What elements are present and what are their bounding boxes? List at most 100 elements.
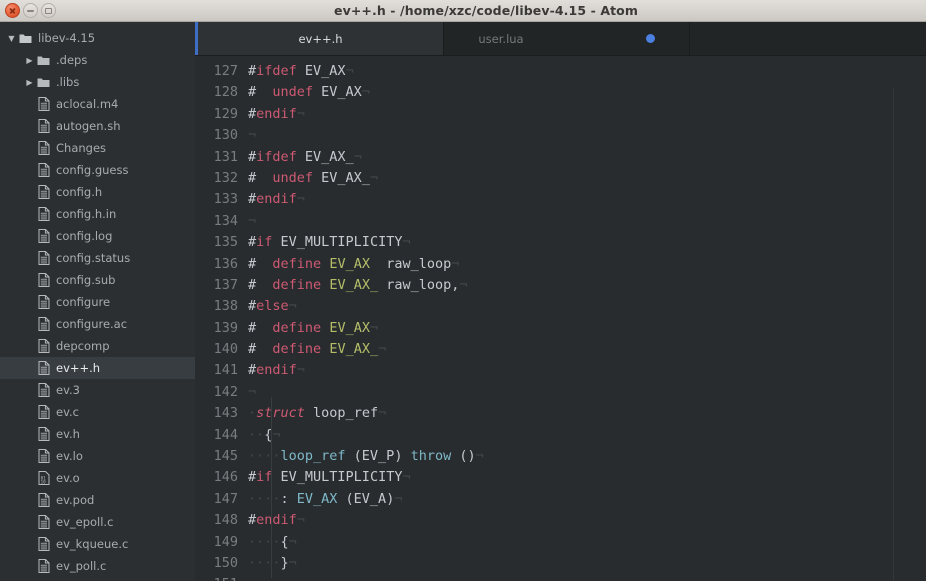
- tree-item-ev-h[interactable]: ev.h: [0, 423, 195, 445]
- code-line[interactable]: ····{¬: [248, 532, 926, 553]
- code-line[interactable]: # define EV_AX_ raw_loop,¬: [248, 275, 926, 296]
- tree-item-config-h[interactable]: config.h: [0, 181, 195, 203]
- tree-item-config-status[interactable]: config.status: [0, 247, 195, 269]
- code-token-id: EV_AX_: [313, 169, 370, 186]
- code-line[interactable]: ¬: [248, 211, 926, 232]
- tree-item-ev-3[interactable]: ev.3: [0, 379, 195, 401]
- code-line[interactable]: #endif¬: [248, 510, 926, 531]
- tree-item-label: ev.c: [56, 405, 79, 419]
- tree-item-configure[interactable]: configure: [0, 291, 195, 313]
- code-line[interactable]: # define EV_AX¬: [248, 318, 926, 339]
- code-token-eol: ¬: [475, 448, 484, 465]
- tab-user-lua[interactable]: user.lua: [444, 22, 690, 55]
- window-controls: [0, 3, 56, 18]
- tree-item-ev-epoll-c[interactable]: ev_epoll.c: [0, 511, 195, 533]
- text-file-icon: [35, 97, 52, 111]
- tab-bar[interactable]: ev++.h user.lua: [195, 22, 926, 56]
- code-token-eol: ¬: [451, 255, 460, 272]
- code-line[interactable]: # undef EV_AX_¬: [248, 168, 926, 189]
- tree-item-changes[interactable]: Changes: [0, 137, 195, 159]
- text-file-icon: [35, 295, 52, 309]
- code-token-eol: ¬: [369, 169, 379, 186]
- code-line[interactable]: ····loop_ref (EV_P) throw ()¬: [248, 446, 926, 467]
- text-file-icon: [35, 449, 52, 463]
- code-token-id: (EV_P): [345, 448, 411, 465]
- chevron-right-icon[interactable]: ▶: [24, 56, 35, 65]
- tree-item-config-guess[interactable]: config.guess: [0, 159, 195, 181]
- code-line[interactable]: ¬: [248, 125, 926, 146]
- code-token-eol: ¬: [402, 469, 411, 486]
- code-token-eol: ¬: [378, 405, 387, 422]
- code-line[interactable]: ····}¬: [248, 553, 926, 574]
- text-file-icon: [35, 163, 52, 177]
- code-line[interactable]: #if EV_MULTIPLICITY¬: [248, 467, 926, 488]
- code-line[interactable]: #endif¬: [248, 189, 926, 210]
- tree-view-sidebar[interactable]: ▼ libev-4.15 ▶ .deps ▶ .libs aclocal.m4 autogen…: [0, 22, 195, 581]
- code-line[interactable]: ··{¬: [248, 425, 926, 446]
- code-line[interactable]: # define EV_AX_¬: [248, 339, 926, 360]
- text-file-icon: [35, 427, 52, 441]
- tree-item-label: .deps: [56, 53, 88, 67]
- tree-item-ev-c[interactable]: ev.c: [0, 401, 195, 423]
- code-token-pre: endif: [256, 105, 297, 122]
- code-line[interactable]: # define EV_AX raw_loop¬: [248, 254, 926, 275]
- code-token-pre: define: [272, 319, 322, 336]
- code-token-dot: ····: [248, 554, 281, 571]
- code-line[interactable]: #else¬: [248, 296, 926, 317]
- tree-item-configure-ac[interactable]: configure.ac: [0, 313, 195, 335]
- code-line[interactable]: #ifdef EV_AX_¬: [248, 147, 926, 168]
- line-number: 143: [213, 405, 238, 422]
- line-number: 140: [213, 341, 238, 358]
- tree-item-ev-o[interactable]: 01 10 ev.o: [0, 467, 195, 489]
- line-number: 146: [213, 469, 238, 486]
- code-content[interactable]: #ifdef EV_AX¬ # undef EV_AX¬ #endif¬ ¬ #ifde…: [247, 61, 926, 581]
- tree-item--libs[interactable]: ▶ .libs: [0, 71, 195, 93]
- chevron-right-icon[interactable]: ▶: [24, 78, 35, 87]
- code-token-punct: }: [280, 554, 289, 571]
- code-editor[interactable]: 127 128 129 130 131 132 133 134 135 136 137 138 139 1…: [195, 56, 926, 581]
- tree-item--deps[interactable]: ▶ .deps: [0, 49, 195, 71]
- code-line[interactable]: #endif¬: [248, 360, 926, 381]
- tree-item-config-h-in[interactable]: config.h.in: [0, 203, 195, 225]
- tree-item-label: libev-4.15: [38, 31, 96, 45]
- minimize-window-icon[interactable]: [23, 3, 38, 18]
- folder-icon: [35, 53, 52, 67]
- code-token-eol: ¬: [272, 426, 281, 443]
- tree-item-ev-pod[interactable]: ev.pod: [0, 489, 195, 511]
- text-file-icon: [35, 493, 52, 507]
- tree-item-config-log[interactable]: config.log: [0, 225, 195, 247]
- code-token-eol: ¬: [288, 554, 297, 571]
- code-line[interactable]: ····: EV_AX (EV_A)¬: [248, 489, 926, 510]
- tree-item-depcomp[interactable]: depcomp: [0, 335, 195, 357]
- code-line[interactable]: #if EV_MULTIPLICITY¬: [248, 232, 926, 253]
- tree-item-libev-4-15[interactable]: ▼ libev-4.15: [0, 27, 195, 49]
- code-line[interactable]: ¬: [248, 574, 926, 581]
- line-number: 132: [213, 169, 238, 186]
- main-body: ▼ libev-4.15 ▶ .deps ▶ .libs aclocal.m4 autogen…: [0, 22, 926, 581]
- code-token-dot: ·: [248, 405, 257, 422]
- tree-item-ev-lo[interactable]: ev.lo: [0, 445, 195, 467]
- code-token-eol: ¬: [248, 127, 257, 144]
- tree-item-autogen-sh[interactable]: autogen.sh: [0, 115, 195, 137]
- code-line[interactable]: # undef EV_AX¬: [248, 82, 926, 103]
- text-file-icon: [35, 207, 52, 221]
- chevron-down-icon[interactable]: ▼: [6, 34, 17, 43]
- code-line[interactable]: #ifdef EV_AX¬: [248, 61, 926, 82]
- tab-ev-h[interactable]: ev++.h: [198, 22, 444, 55]
- close-window-icon[interactable]: [5, 3, 20, 18]
- title-bar: ev++.h - /home/xzc/code/libev-4.15 - Ato…: [0, 0, 926, 22]
- tree-item-config-sub[interactable]: config.sub: [0, 269, 195, 291]
- code-line[interactable]: ¬: [248, 382, 926, 403]
- tree-item-ev-h[interactable]: ev++.h: [0, 357, 195, 379]
- tab-modified-indicator[interactable]: [645, 34, 655, 43]
- code-token-macro: EV_AX_: [329, 276, 379, 293]
- code-token-hash: #: [248, 148, 257, 165]
- tree-item-aclocal-m4[interactable]: aclocal.m4: [0, 93, 195, 115]
- tree-item-ev-kqueue-c[interactable]: ev_kqueue.c: [0, 533, 195, 555]
- code-line[interactable]: ·struct loop_ref¬: [248, 403, 926, 424]
- maximize-window-icon[interactable]: [41, 3, 56, 18]
- code-token-pre: if: [256, 469, 273, 486]
- code-line[interactable]: #endif¬: [248, 104, 926, 125]
- tree-item-ev-poll-c[interactable]: ev_poll.c: [0, 555, 195, 577]
